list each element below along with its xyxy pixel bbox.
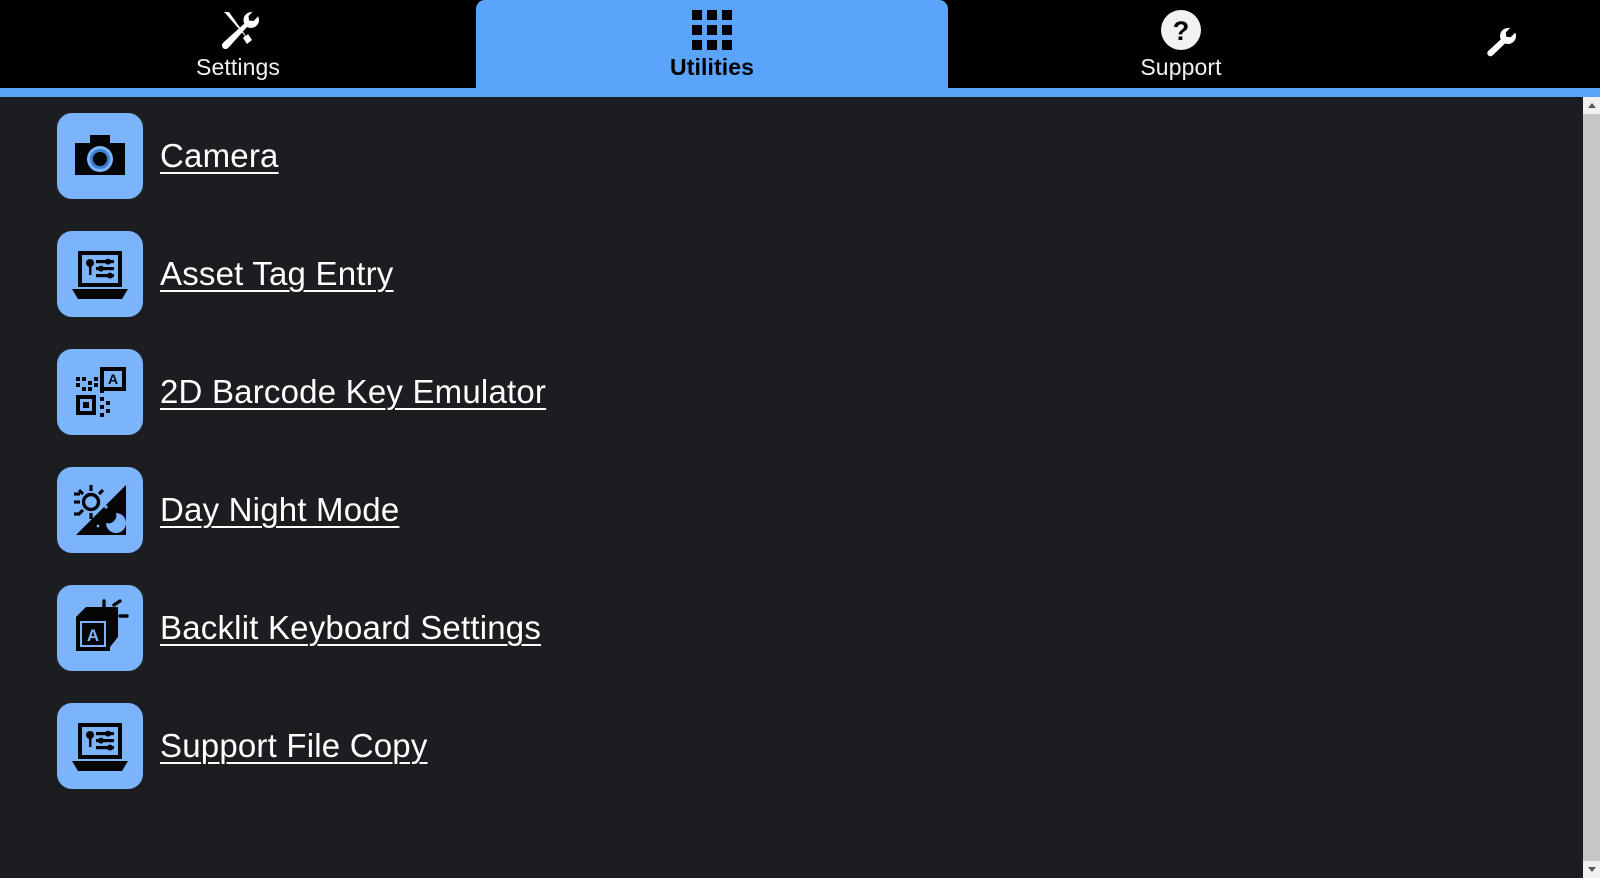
tab-bar: Settings Utilities ? Support xyxy=(0,0,1600,88)
scroll-up-button[interactable] xyxy=(1583,97,1600,114)
list-item-label: Day Night Mode xyxy=(160,491,400,528)
tools-icon xyxy=(216,8,260,52)
list-item-camera[interactable]: Camera xyxy=(0,97,1583,215)
tab-support[interactable]: ? Support xyxy=(948,0,1414,88)
wrench-icon xyxy=(1483,25,1517,64)
tab-settings[interactable]: Settings xyxy=(0,0,476,88)
tab-utilities[interactable]: Utilities xyxy=(476,0,948,88)
utilities-panel: Camera Asset Tag Entry A 2D Barcode Key … xyxy=(0,97,1583,878)
scroll-down-arrow xyxy=(1587,867,1596,872)
qr-key-icon: A xyxy=(57,349,143,435)
tab-support-label: Support xyxy=(1140,54,1222,80)
scroll-up-arrow xyxy=(1587,103,1596,108)
list-item-label: 2D Barcode Key Emulator xyxy=(160,373,547,410)
wrench-icon-button[interactable] xyxy=(1480,24,1520,64)
backlit-key-icon: A xyxy=(57,585,143,671)
grid-icon xyxy=(692,8,732,52)
svg-text:A: A xyxy=(87,626,99,645)
list-item-backlit-keyboard-settings[interactable]: A Backlit Keyboard Settings xyxy=(0,569,1583,687)
scrollbar-thumb[interactable] xyxy=(1583,114,1600,858)
list-item-label: Camera xyxy=(160,137,279,174)
list-item-support-file-copy[interactable]: Support File Copy xyxy=(0,687,1583,805)
list-item-2d-barcode-key-emulator[interactable]: A 2D Barcode Key Emulator xyxy=(0,333,1583,451)
svg-text:?: ? xyxy=(1173,16,1190,46)
laptop-settings-icon xyxy=(57,231,143,317)
list-item-label: Support File Copy xyxy=(160,727,428,764)
sun-moon-icon xyxy=(57,467,143,553)
scroll-down-button[interactable] xyxy=(1583,861,1600,878)
tab-settings-label: Settings xyxy=(196,54,280,80)
camera-icon xyxy=(57,113,143,199)
question-mark-icon: ? xyxy=(1160,8,1202,52)
app-window: Settings Utilities ? Support Camera Asse… xyxy=(0,0,1600,878)
svg-text:A: A xyxy=(108,371,118,387)
list-item-asset-tag-entry[interactable]: Asset Tag Entry xyxy=(0,215,1583,333)
active-tab-underline xyxy=(0,88,1600,97)
tab-utilities-label: Utilities xyxy=(670,54,754,80)
list-item-label: Backlit Keyboard Settings xyxy=(160,609,542,646)
list-item-label: Asset Tag Entry xyxy=(160,255,394,292)
laptop-settings-icon xyxy=(57,703,143,789)
utilities-list: Camera Asset Tag Entry A 2D Barcode Key … xyxy=(0,97,1583,805)
vertical-scrollbar[interactable] xyxy=(1583,97,1600,878)
list-item-day-night-mode[interactable]: Day Night Mode xyxy=(0,451,1583,569)
